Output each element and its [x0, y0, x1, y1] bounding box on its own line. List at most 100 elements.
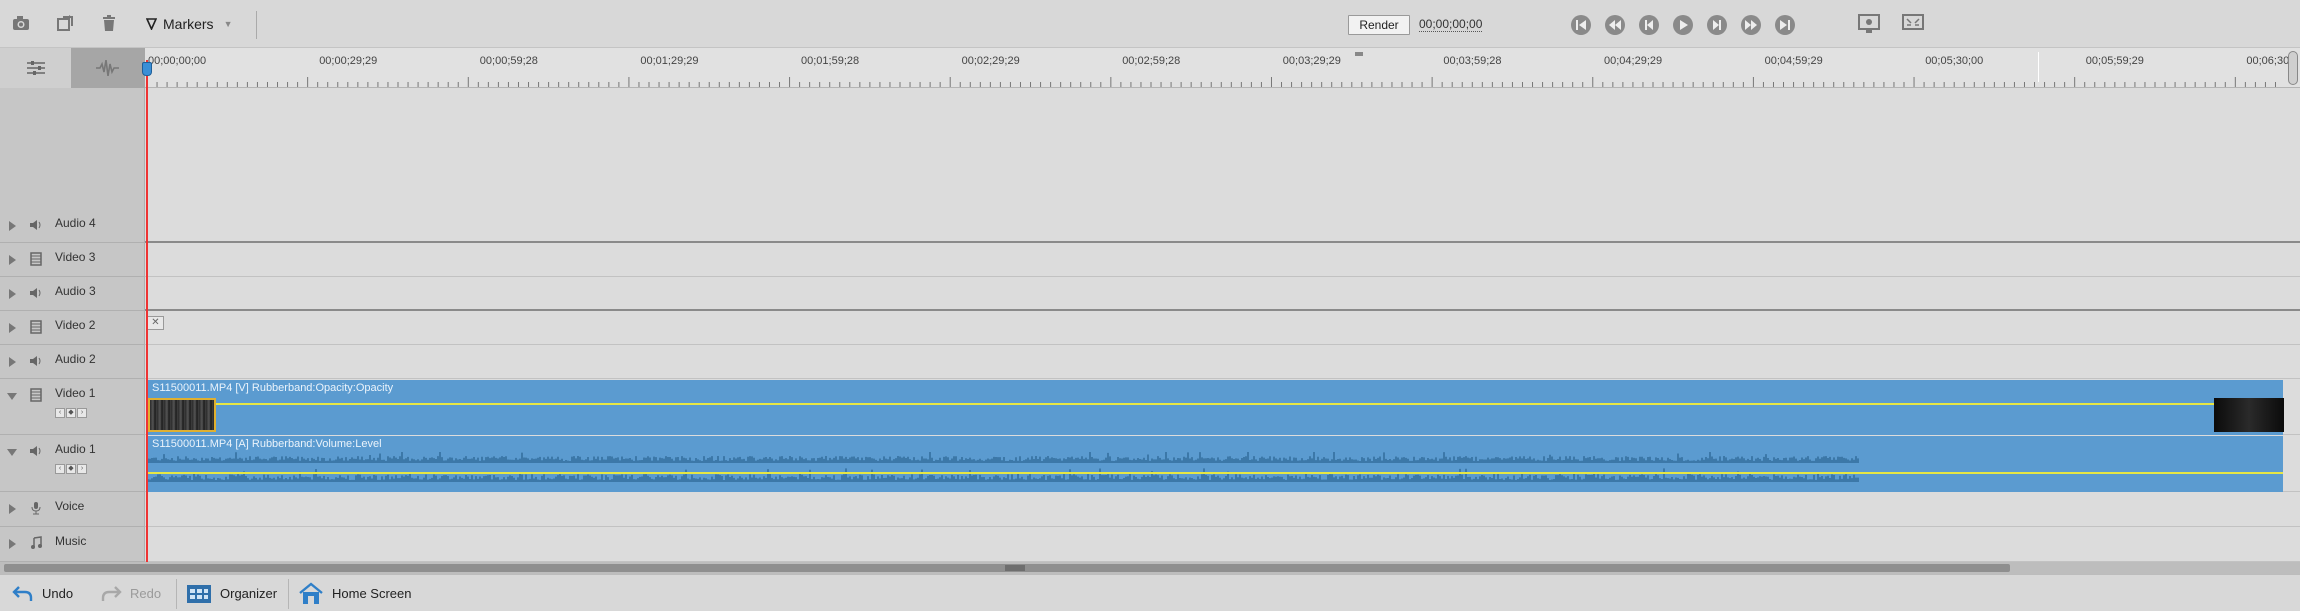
- collapse-triangle-icon[interactable]: [7, 393, 17, 400]
- track-lane-video-2[interactable]: [145, 311, 2300, 345]
- track-name: Audio 1: [55, 442, 96, 456]
- scrollbar-grip[interactable]: [1005, 565, 1025, 571]
- trash-icon[interactable]: [98, 12, 120, 34]
- ruler-time-label: 00;03;29;29: [1282, 55, 1341, 67]
- ruler-time-label: 00;02;59;28: [1122, 55, 1181, 67]
- clip-thumbnail-start: [148, 398, 216, 432]
- markers-label: Markers: [163, 16, 214, 32]
- track-name: Audio 4: [55, 216, 96, 230]
- undo-icon: [12, 585, 33, 601]
- track-lane-audio-4[interactable]: [145, 209, 2300, 243]
- timeline-toolbar: Markers ▼ Render 00;00;00;00: [0, 0, 2300, 48]
- expand-triangle-icon[interactable]: [9, 504, 16, 514]
- expand-triangle-icon[interactable]: [9, 221, 16, 231]
- film-icon[interactable]: [28, 319, 44, 335]
- ruler-time-label: 00;00;59;28: [479, 55, 538, 67]
- track-header-video-3[interactable]: Video 3: [0, 243, 145, 277]
- render-button[interactable]: Render: [1348, 15, 1410, 35]
- horizontal-scrollbar[interactable]: [0, 562, 2300, 574]
- speaker-icon[interactable]: [28, 285, 44, 301]
- camera-icon[interactable]: [10, 12, 32, 34]
- add-keyframe-button[interactable]: ◆: [66, 464, 76, 474]
- prev-keyframe-button[interactable]: ‹: [55, 408, 65, 418]
- bottombar-divider: [176, 579, 177, 609]
- undo-button[interactable]: Undo: [12, 575, 73, 611]
- fullscreen-monitor-icon[interactable]: [1900, 13, 1926, 35]
- speaker-icon[interactable]: [28, 217, 44, 233]
- next-keyframe-button[interactable]: ›: [77, 464, 87, 474]
- ruler-time-label: 00;06;30;: [2246, 55, 2293, 67]
- chevron-down-icon: ▼: [223, 19, 233, 29]
- track-header-audio-2[interactable]: Audio 2: [0, 345, 145, 379]
- step-forward-icon[interactable]: [1706, 14, 1728, 36]
- track-lane-audio-2[interactable]: [145, 345, 2300, 379]
- track-options-button[interactable]: [0, 48, 71, 88]
- speaker-icon[interactable]: [28, 353, 44, 369]
- track-name: Audio 2: [55, 352, 96, 366]
- track-lane-audio-3[interactable]: [145, 277, 2300, 311]
- audio-waveform-button[interactable]: [71, 48, 145, 88]
- expand-triangle-icon[interactable]: [9, 289, 16, 299]
- add-keyframe-button[interactable]: ◆: [66, 408, 76, 418]
- markers-dropdown[interactable]: Markers ▼: [146, 15, 232, 33]
- collapse-triangle-icon[interactable]: [7, 449, 17, 456]
- track-header-audio-1[interactable]: Audio 1 ‹ ◆ ›: [0, 435, 145, 492]
- fast-forward-icon[interactable]: [1740, 14, 1762, 36]
- next-keyframe-button[interactable]: ›: [77, 408, 87, 418]
- speaker-icon[interactable]: [28, 443, 44, 459]
- home-screen-label: Home Screen: [332, 586, 412, 601]
- track-header-audio-3[interactable]: Audio 3: [0, 277, 145, 311]
- redo-button[interactable]: Redo: [100, 575, 161, 611]
- track-header-music[interactable]: Music: [0, 527, 145, 562]
- play-icon[interactable]: [1672, 14, 1694, 36]
- track-header-empty: [0, 88, 145, 209]
- ruler-time-label: 00;00;00;00: [148, 55, 207, 67]
- home-screen-button[interactable]: Home Screen: [298, 575, 411, 611]
- ruler-time-label: 00;05;59;29: [2085, 55, 2144, 67]
- organizer-button[interactable]: Organizer: [186, 575, 277, 611]
- waveform-icon: [96, 60, 119, 76]
- track-name: Video 3: [55, 250, 96, 264]
- clip-label: S11500011.MP4 [V] Rubberband:Opacity:Opa…: [152, 382, 394, 394]
- track-header-audio-4[interactable]: Audio 4: [0, 209, 145, 243]
- video-clip[interactable]: S11500011.MP4 [V] Rubberband:Opacity:Opa…: [147, 380, 2284, 435]
- current-timecode[interactable]: 00;00;00;00: [1419, 17, 1483, 32]
- track-header-video-2[interactable]: Video 2: [0, 311, 145, 345]
- goto-end-icon[interactable]: [1774, 14, 1796, 36]
- ruler-time-label: 00;04;29;29: [1604, 55, 1663, 67]
- opacity-rubberband[interactable]: [148, 403, 2283, 405]
- rewind-icon[interactable]: [1604, 14, 1626, 36]
- expand-triangle-icon[interactable]: [9, 255, 16, 265]
- expand-triangle-icon[interactable]: [9, 539, 16, 549]
- film-icon[interactable]: [28, 251, 44, 267]
- track-lane-video-3[interactable]: [145, 243, 2300, 277]
- toolbar-divider: [256, 11, 257, 39]
- undo-label: Undo: [42, 586, 74, 601]
- ruler-zoom-handle[interactable]: [2288, 51, 2298, 85]
- goto-start-icon[interactable]: [1570, 14, 1592, 36]
- music-note-icon[interactable]: [28, 535, 44, 551]
- missing-media-icon[interactable]: ✕: [147, 316, 164, 330]
- track-header-voice[interactable]: Voice: [0, 492, 145, 527]
- ruler-header: [0, 48, 145, 88]
- track-lane-voice[interactable]: [145, 492, 2300, 527]
- monitor-settings-icon[interactable]: [1856, 13, 1882, 35]
- volume-rubberband[interactable]: [148, 472, 2283, 474]
- expand-triangle-icon[interactable]: [9, 357, 16, 367]
- microphone-icon[interactable]: [28, 500, 44, 516]
- timeline-ruler[interactable]: 00;00;00;00 00;00;29;29 00;00;59;28 00;01;2…: [145, 48, 2300, 88]
- track-header-video-1[interactable]: Video 1 ‹ ◆ ›: [0, 379, 145, 435]
- expand-triangle-icon[interactable]: [9, 323, 16, 333]
- ruler-time-label: 00;01;29;29: [640, 55, 699, 67]
- film-icon[interactable]: [28, 387, 44, 403]
- track-name: Video 1: [55, 386, 96, 400]
- playhead-handle[interactable]: [142, 62, 152, 76]
- step-back-icon[interactable]: [1638, 14, 1660, 36]
- audio-clip[interactable]: S11500011.MP4 [A] Rubberband:Volume:Leve…: [147, 436, 2283, 492]
- track-lane-music[interactable]: [145, 527, 2300, 562]
- track-name: Audio 3: [55, 284, 96, 298]
- sliders-icon: [26, 61, 45, 75]
- rotate-copy-icon[interactable]: [54, 12, 76, 34]
- clip-thumbnail-end: [2214, 398, 2284, 432]
- prev-keyframe-button[interactable]: ‹: [55, 464, 65, 474]
